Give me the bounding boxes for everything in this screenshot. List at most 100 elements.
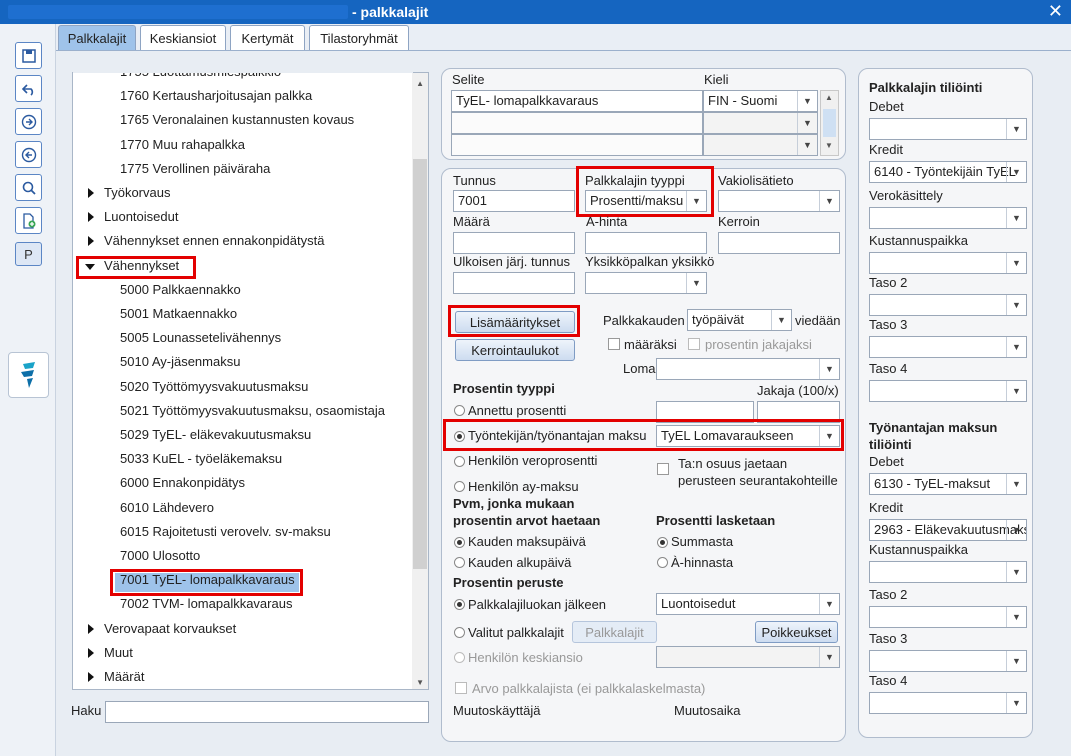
selite-input-1[interactable]: TyEL- lomapalkkavaraus	[451, 90, 703, 112]
taso2-select[interactable]: ▼	[869, 294, 1027, 316]
scroll-up-icon[interactable]: ▲	[416, 79, 424, 88]
selite-scrollbar[interactable]: ▲ ▼	[820, 90, 839, 156]
tree-group[interactable]: Muut	[104, 645, 133, 660]
tab-keskiansiot[interactable]: Keskiansiot	[140, 25, 226, 51]
ta-kustannuspaikka-select[interactable]: ▼	[869, 561, 1027, 583]
tree-scrollbar[interactable]: ▲ ▼	[412, 73, 428, 689]
henkilon-veroprosentti-radio[interactable]	[454, 456, 465, 467]
tree-group[interactable]: Luontoisedut	[104, 209, 178, 224]
search-icon[interactable]	[15, 174, 42, 201]
left-toolbar: P	[0, 24, 56, 756]
tree-item[interactable]: 7002 TVM- lomapalkkavaraus	[120, 596, 292, 611]
tree-item[interactable]: 6010 Lähdevero	[120, 500, 214, 515]
tree-item[interactable]: 5021 Työttömyysvakuutusmaksu, osaomistaj…	[120, 403, 385, 418]
vakiolisatieto-select[interactable]: ▼	[718, 190, 840, 212]
kredit-select[interactable]: 6140 - Työntekijäin TyEL ▼	[869, 161, 1027, 183]
scroll-down-icon[interactable]: ▼	[416, 678, 424, 687]
selite-input-3[interactable]	[451, 134, 703, 156]
palkkakauden-select[interactable]: työpäivät ▼	[687, 309, 792, 331]
taso3-select[interactable]: ▼	[869, 336, 1027, 358]
back-icon[interactable]	[15, 141, 42, 168]
kauden-alkupaiva-radio[interactable]	[454, 557, 465, 568]
collapsed-arrow-icon[interactable]	[88, 648, 94, 658]
taso4-select[interactable]: ▼	[869, 380, 1027, 402]
forward-icon[interactable]	[15, 108, 42, 135]
undo-icon[interactable]	[15, 75, 42, 102]
tree-item[interactable]: 6000 Ennakonpidätys	[120, 475, 245, 490]
annettu-prosentti-radio[interactable]	[454, 405, 465, 416]
kerrointaulukot-button[interactable]: Kerrointaulukot	[455, 339, 575, 361]
summasta-radio[interactable]	[657, 537, 668, 548]
tree-item[interactable]: 1765 Veronalainen kustannusten kovaus	[120, 112, 354, 127]
p-button[interactable]: P	[15, 242, 42, 266]
tab-tilastoryhmat[interactable]: Tilastoryhmät	[309, 25, 409, 51]
tree-group[interactable]: Verovapaat korvaukset	[104, 621, 236, 636]
maaraksi-checkbox[interactable]	[608, 338, 620, 350]
palkkalajiluokan-jalkeen-radio[interactable]	[454, 599, 465, 610]
save-icon[interactable]	[15, 42, 42, 69]
yksikko-select[interactable]: ▼	[585, 272, 707, 294]
scroll-down-icon[interactable]: ▼	[825, 141, 833, 150]
tab-palkkalajit[interactable]: Palkkalajit	[58, 25, 136, 51]
tree-item[interactable]: 5033 KuEL - työeläkemaksu	[120, 451, 282, 466]
scroll-thumb[interactable]	[413, 159, 427, 569]
tab-kertymat[interactable]: Kertymät	[230, 25, 305, 51]
tree-group[interactable]: Määrät	[104, 669, 144, 684]
collapsed-arrow-icon[interactable]	[88, 212, 94, 222]
tree-item[interactable]: 1770 Muu rahapalkka	[120, 137, 245, 152]
ta-taso3-select[interactable]: ▼	[869, 650, 1027, 672]
valitut-palkkalajit-radio[interactable]	[454, 627, 465, 638]
keskiansio-select[interactable]: ▼	[656, 646, 840, 668]
tree-item-label: 5005 Lounassetelivähennys	[120, 330, 282, 345]
verokasittely-select[interactable]: ▼	[869, 207, 1027, 229]
ulkoinen-input[interactable]	[453, 272, 575, 294]
tan-osuus-checkbox[interactable]	[657, 463, 669, 475]
debet-select[interactable]: ▼	[869, 118, 1027, 140]
henkilon-keskiansio-radio[interactable]	[454, 652, 465, 663]
kieli-select-3[interactable]: ▼	[703, 134, 818, 156]
tree-item[interactable]: 5010 Ay-jäsenmaksu	[120, 354, 240, 369]
close-icon[interactable]: ✕	[1048, 1, 1063, 22]
tree-item[interactable]: 6015 Rajoitetusti verovelv. sv-maksu	[120, 524, 331, 539]
ahinnasta-radio[interactable]	[657, 557, 668, 568]
tree-item[interactable]: 5029 TyEL- eläkevakuutusmaksu	[120, 427, 311, 442]
tree-item[interactable]: 5005 Lounassetelivähennys	[120, 330, 281, 345]
poikkeukset-button[interactable]: Poikkeukset	[755, 621, 838, 643]
loma-select[interactable]: ▼	[656, 358, 840, 380]
ahinta-input[interactable]	[585, 232, 707, 254]
scroll-up-icon[interactable]: ▲	[825, 93, 833, 102]
tree-group[interactable]: Vähennykset ennen ennakonpidätystä	[104, 233, 324, 248]
peruste-select[interactable]: Luontoisedut ▼	[656, 593, 840, 615]
kerroin-input[interactable]	[718, 232, 840, 254]
maara-input[interactable]	[453, 232, 575, 254]
kustannuspaikka-select[interactable]: ▼	[869, 252, 1027, 274]
selite-input-2[interactable]	[451, 112, 703, 134]
henkilon-ay-maksu-radio[interactable]	[454, 481, 465, 492]
tree-item[interactable]: 5001 Matkaennakko	[120, 306, 237, 321]
tree-item[interactable]: 5000 Palkkaennakko	[120, 282, 241, 297]
prosentin-jakajaksi-checkbox[interactable]	[688, 338, 700, 350]
tree-item[interactable]: 5020 Työttömyysvakuutusmaksu	[120, 379, 308, 394]
kauden-maksupaiva-radio[interactable]	[454, 537, 465, 548]
search-input[interactable]	[105, 701, 429, 723]
scroll-thumb[interactable]	[823, 109, 836, 137]
collapsed-arrow-icon[interactable]	[88, 624, 94, 634]
collapsed-arrow-icon[interactable]	[88, 236, 94, 246]
collapsed-arrow-icon[interactable]	[88, 188, 94, 198]
ta-taso4-select[interactable]: ▼	[869, 692, 1027, 714]
tree-item[interactable]: 1760 Kertausharjoitusajan palkka	[120, 88, 312, 103]
tree-item[interactable]: 7000 Ulosotto	[120, 548, 200, 563]
kieli-select-1[interactable]: FIN - Suomi ▼	[703, 90, 818, 112]
tree-group[interactable]: Työkorvaus	[104, 185, 170, 200]
arvo-palkkalajista-checkbox[interactable]	[455, 682, 467, 694]
tree-item[interactable]: 1775 Verollinen päiväraha	[120, 161, 270, 176]
tree-item-label: 5021 Työttömyysvakuutusmaksu, osaomistaj…	[120, 403, 385, 418]
collapsed-arrow-icon[interactable]	[88, 672, 94, 682]
ta-kredit-select[interactable]: 2963 - Eläkevakuutusmaksut ▼	[869, 519, 1027, 541]
kieli-select-2[interactable]: ▼	[703, 112, 818, 134]
ta-taso2-select[interactable]: ▼	[869, 606, 1027, 628]
palkkalajit-button[interactable]: Palkkalajit	[572, 621, 657, 643]
new-document-icon[interactable]	[15, 207, 42, 234]
ta-debet-select[interactable]: 6130 - TyEL-maksut ▼	[869, 473, 1027, 495]
tunnus-input[interactable]: 7001	[453, 190, 575, 212]
